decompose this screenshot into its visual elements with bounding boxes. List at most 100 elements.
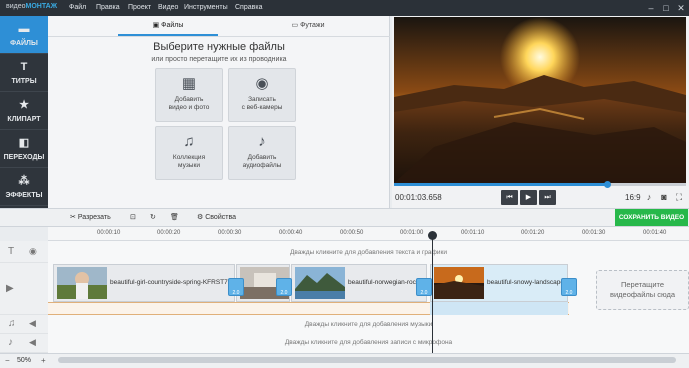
ruler-tick: 00:00:40 [279, 230, 303, 236]
music-note-icon: ♫ [8, 318, 16, 329]
music-collection-button[interactable]: ♫ Коллекция музыки [155, 126, 223, 180]
tab-label: Футажи [300, 22, 325, 29]
ruler-tick: 00:00:30 [218, 230, 242, 236]
ruler-tick: 00:01:30 [582, 230, 606, 236]
timeline-clip[interactable]: beautiful-girl-countryside-spring-KFRST7… [53, 264, 235, 302]
rotate-icon[interactable]: ↻ [150, 213, 156, 221]
star-icon: ★ [19, 99, 29, 111]
text-track-header: T ◉ [0, 241, 48, 263]
transition-marker[interactable]: 2.0 [561, 278, 577, 296]
snapshot-icon[interactable]: ◙ [658, 191, 670, 204]
delete-icon[interactable]: 🗑 [170, 213, 179, 221]
sidebar-item-label: ПЕРЕХОДЫ [3, 154, 45, 161]
music-track-hint[interactable]: Дважды кликните для добавления музыки [48, 321, 689, 328]
playback-progress-fill [394, 183, 608, 186]
close-button[interactable]: ✕ [674, 2, 688, 14]
zoom-out-icon[interactable]: − [5, 356, 10, 365]
clip-name: beautiful-norwegian-rock [348, 279, 420, 286]
menu-video[interactable]: Видео [158, 4, 178, 11]
zoom-in-icon[interactable]: + [41, 356, 46, 365]
menu-project[interactable]: Проект [128, 4, 151, 11]
tile-label: Записать с веб-камеры [241, 96, 283, 111]
sidebar-item-effects[interactable]: ⁂ ЭФФЕКТЫ [0, 168, 48, 206]
zoom-level: 50% [17, 357, 32, 364]
transitions-icon: ◧ [18, 137, 30, 149]
sidebar: ▬ ФАЙЛЫ T ТИТРЫ ★ КЛИПАРТ ◧ ПЕРЕХОДЫ ⁂ Э… [0, 16, 48, 208]
clip-name: beautiful-snowy-landscape [487, 279, 564, 286]
playhead-handle[interactable] [428, 231, 437, 240]
maximize-button[interactable]: □ [659, 2, 673, 14]
tile-label: Добавить аудиофайлы [242, 154, 282, 169]
tab-files[interactable]: ▣ Файлы [118, 16, 218, 36]
video-preview[interactable] [394, 17, 686, 183]
film-camera-icon: ▦ [181, 75, 197, 92]
cut-label: Разрезать [77, 214, 111, 221]
transition-duration: 2.0 [232, 290, 240, 296]
timeline-clip[interactable]: beautiful-norwegian-rock [291, 264, 427, 302]
tab-footage[interactable]: ▭ Футажи [258, 16, 358, 36]
playhead-line[interactable] [432, 233, 433, 353]
properties-label: Свойства [205, 214, 236, 221]
ruler-tick: 00:00:10 [97, 230, 121, 236]
panel-subheading: или просто перетащите их из проводника [151, 56, 287, 63]
aspect-ratio-selector[interactable]: 16:9 [625, 193, 641, 202]
text-track-icon: T [8, 246, 15, 257]
video-drop-zone[interactable]: Перетащите видеофайлы сюда [596, 270, 689, 310]
menu-file[interactable]: Файл [69, 4, 86, 11]
ruler-tick: 00:01:40 [643, 230, 667, 236]
timeline-scrollbar[interactable] [58, 357, 676, 363]
transition-marker[interactable]: 2.0 [416, 278, 432, 296]
next-button[interactable]: ⏭ [539, 190, 556, 205]
sidebar-item-titles[interactable]: T ТИТРЫ [0, 54, 48, 92]
sidebar-item-files[interactable]: ▬ ФАЙЛЫ [0, 16, 48, 54]
save-video-button[interactable]: СОХРАНИТЬ ВИДЕО [615, 209, 688, 226]
sidebar-item-label: ФАЙЛЫ [10, 40, 38, 47]
transition-marker[interactable]: 2.0 [228, 278, 244, 296]
text-track-hint[interactable]: Дважды кликните для добавления текста и … [48, 249, 689, 256]
record-webcam-button[interactable]: ◉ Записать с веб-камеры [228, 68, 296, 122]
volume-icon[interactable]: ♪ [643, 191, 655, 204]
timeline-clip-selected[interactable]: beautiful-snowy-landscape [430, 264, 568, 302]
title-bar: видеоМОНТАЖ Файл Правка Проект Видео Инс… [0, 0, 689, 16]
film-icon: ▭ [291, 22, 299, 29]
sidebar-item-clipart[interactable]: ★ КЛИПАРТ [0, 92, 48, 130]
files-panel: ▣ Файлы ▭ Футажи Выберите нужные файлы и… [48, 16, 390, 208]
play-button[interactable]: ▶ [520, 190, 537, 205]
sidebar-item-transitions[interactable]: ◧ ПЕРЕХОДЫ [0, 130, 48, 168]
speaker-icon[interactable]: ◀ [29, 318, 36, 329]
magic-wand-icon: ⁂ [18, 175, 30, 187]
dropzone-label: Перетащите [620, 280, 665, 289]
ruler-tick: 00:00:50 [340, 230, 364, 236]
ruler-tick: 00:01:00 [400, 230, 424, 236]
menu-edit[interactable]: Правка [96, 4, 120, 11]
add-video-photo-button[interactable]: ▦ Добавить видео и фото [155, 68, 223, 122]
fullscreen-icon[interactable]: ⛶ [673, 191, 685, 204]
panel-heading: Выберите нужные файлы [153, 41, 285, 53]
tab-label: Файлы [161, 22, 184, 29]
titles-icon: T [20, 61, 28, 73]
transition-marker[interactable]: 2.0 [276, 278, 292, 296]
crop-icon[interactable]: ⊡ [130, 213, 136, 221]
sidebar-item-label: КЛИПАРТ [7, 116, 41, 123]
menu-tools[interactable]: Инструменты [184, 4, 228, 11]
properties-button[interactable]: ⚙ Свойства [197, 213, 236, 221]
timecode: 00:01:03.658 [395, 193, 442, 202]
ruler-tick: 00:00:20 [157, 230, 181, 236]
minimize-button[interactable]: – [644, 2, 658, 14]
ruler-tick: 00:01:10 [461, 230, 485, 236]
previous-button[interactable]: ⏮ [501, 190, 518, 205]
sunset-landscape-image [394, 17, 686, 183]
mic-track-hint[interactable]: Дважды кликните для добавления записи с … [48, 339, 689, 346]
sidebar-item-label: ТИТРЫ [11, 78, 37, 85]
webcam-icon: ◉ [255, 75, 269, 92]
menu-help[interactable]: Справка [235, 4, 262, 11]
add-audio-button[interactable]: ♪ Добавить аудиофайлы [228, 126, 296, 180]
microphone-track-icon: ♪ [8, 337, 13, 348]
clip-thumbnail [434, 267, 484, 299]
image-icon: ▣ [152, 22, 160, 29]
mic-track-header: ♪ ◀ [0, 334, 48, 353]
speaker-icon[interactable]: ◀ [29, 337, 36, 348]
eye-icon[interactable]: ◉ [29, 246, 37, 257]
clip-name: beautiful-girl-countryside-spring-KFRST7… [110, 279, 233, 286]
cut-button[interactable]: ✂ Разрезать [70, 213, 111, 221]
